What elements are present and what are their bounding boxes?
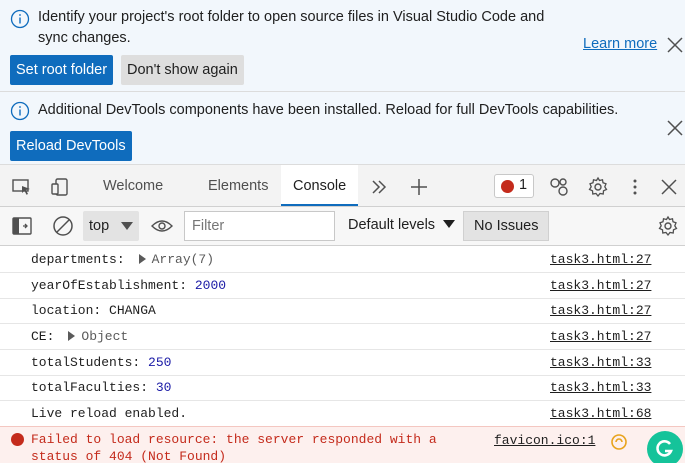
- error-icon: [11, 433, 24, 446]
- source-link[interactable]: task3.html:33: [550, 380, 651, 395]
- close-devtools-icon[interactable]: [658, 176, 680, 198]
- inspect-element-icon[interactable]: [11, 176, 33, 198]
- issues-button[interactable]: No Issues: [463, 211, 550, 241]
- message-key: Live reload enabled.: [31, 406, 188, 421]
- info-icon: [10, 101, 30, 121]
- close-icon[interactable]: [666, 36, 684, 54]
- close-icon[interactable]: [666, 119, 684, 137]
- root-folder-notification: Identify your project's root folder to o…: [0, 0, 685, 92]
- live-expression-eye-icon[interactable]: [150, 218, 174, 234]
- clear-console-icon[interactable]: [51, 214, 75, 238]
- message-key: yearOfEstablishment:: [31, 278, 188, 293]
- error-count-badge[interactable]: 1: [494, 174, 534, 198]
- console-message: totalFaculties: 30 task3.html:33: [0, 375, 685, 401]
- devtools-tab-bar: Welcome Elements Console 1: [0, 165, 685, 207]
- console-toolbar: top Default levels No Issues: [0, 207, 685, 246]
- expand-triangle-icon[interactable]: [138, 254, 146, 264]
- expand-triangle-icon[interactable]: [68, 331, 76, 341]
- message-key: departments:: [31, 252, 125, 267]
- console-message: yearOfEstablishment: 2000 task3.html:27: [0, 273, 685, 299]
- g-letter-icon: [656, 440, 673, 457]
- chevron-down-icon: [121, 222, 133, 230]
- message-key: totalStudents:: [31, 355, 141, 370]
- connection-icon[interactable]: [548, 176, 570, 198]
- message-value: 30: [155, 380, 172, 395]
- source-link[interactable]: task3.html:27: [550, 252, 651, 267]
- source-link[interactable]: favicon.ico:1: [494, 433, 595, 448]
- grammarly-icon[interactable]: [647, 431, 683, 463]
- console-settings-gear-icon[interactable]: [657, 215, 679, 237]
- message-key: totalFaculties:: [31, 380, 149, 395]
- message-value: CHANGA: [109, 303, 156, 318]
- console-output: departments: Array(7) task3.html:27 yearO…: [0, 247, 685, 463]
- set-root-folder-button[interactable]: Set root folder: [10, 55, 114, 85]
- reload-devtools-message: Additional DevTools components have been…: [38, 102, 619, 118]
- error-icon: [501, 180, 514, 193]
- console-error-message: Failed to load resource: the server resp…: [0, 426, 685, 463]
- error-count: 1: [519, 177, 528, 193]
- tab-welcome[interactable]: Welcome: [103, 165, 163, 206]
- console-message: departments: Array(7) task3.html:27: [0, 247, 685, 273]
- source-link[interactable]: task3.html:27: [550, 278, 651, 293]
- add-tab-icon[interactable]: [408, 176, 430, 198]
- search-issue-icon[interactable]: [610, 433, 628, 451]
- source-link[interactable]: task3.html:68: [550, 406, 651, 421]
- settings-gear-icon[interactable]: [587, 176, 609, 198]
- message-key: location:: [31, 303, 102, 318]
- error-text: Failed to load resource: the server resp…: [31, 432, 437, 463]
- log-levels-label: Default levels: [348, 217, 436, 233]
- chevron-down-icon: [443, 220, 456, 228]
- console-message: location: CHANGA task3.html:27: [0, 298, 685, 324]
- info-icon: [10, 9, 30, 29]
- more-tabs-icon[interactable]: [368, 176, 390, 198]
- message-value: 2000: [194, 278, 227, 293]
- device-emulation-icon[interactable]: [50, 176, 72, 198]
- tab-elements[interactable]: Elements: [208, 165, 268, 206]
- console-message: CE: Object task3.html:27: [0, 324, 685, 350]
- console-message: totalStudents: 250 task3.html:33: [0, 350, 685, 376]
- message-value: 250: [148, 355, 172, 370]
- filter-input[interactable]: [184, 211, 335, 241]
- dont-show-again-button[interactable]: Don't show again: [121, 55, 244, 85]
- console-message: Live reload enabled. task3.html:68: [0, 401, 685, 427]
- log-levels-dropdown[interactable]: Default levels: [348, 217, 456, 233]
- source-link[interactable]: task3.html:27: [550, 329, 651, 344]
- reload-devtools-button[interactable]: Reload DevTools: [10, 131, 132, 161]
- tab-console[interactable]: Console: [281, 165, 359, 206]
- context-selector[interactable]: top: [83, 211, 139, 241]
- source-link[interactable]: task3.html:27: [550, 303, 651, 318]
- root-folder-message: Identify your project's root folder to o…: [38, 9, 545, 46]
- context-selector-label: top: [89, 218, 110, 234]
- source-link[interactable]: task3.html:33: [550, 355, 651, 370]
- message-key: CE:: [31, 329, 55, 344]
- message-value[interactable]: Object: [81, 329, 128, 344]
- more-options-icon[interactable]: [624, 176, 646, 198]
- message-value[interactable]: Array(7): [152, 252, 214, 267]
- learn-more-link[interactable]: Learn more: [583, 36, 657, 52]
- toggle-sidebar-icon[interactable]: [11, 216, 33, 236]
- reload-devtools-notification: Additional DevTools components have been…: [0, 92, 685, 165]
